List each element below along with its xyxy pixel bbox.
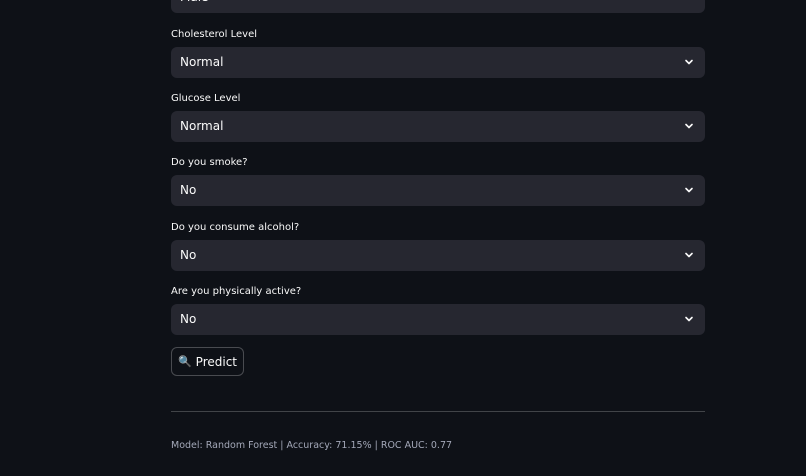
glucose-label: Glucose Level xyxy=(171,93,241,104)
chevron-down-icon xyxy=(684,0,694,2)
smoke-label: Do you smoke? xyxy=(171,157,248,168)
chevron-down-icon xyxy=(684,121,694,131)
gender-select[interactable]: Male xyxy=(171,0,705,13)
alcohol-label: Do you consume alcohol? xyxy=(171,222,300,233)
chevron-down-icon xyxy=(684,250,694,260)
gender-select-value: Male xyxy=(180,0,208,13)
active-select-value: No xyxy=(180,312,197,326)
magnifying-glass-icon: 🔍 xyxy=(177,355,192,368)
cholesterol-select[interactable]: Normal xyxy=(171,47,705,78)
alcohol-select[interactable]: No xyxy=(171,240,705,271)
cholesterol-select-value: Normal xyxy=(180,55,224,69)
divider xyxy=(171,411,705,412)
glucose-select[interactable]: Normal xyxy=(171,111,705,142)
predict-button-label: Predict xyxy=(195,354,238,369)
smoke-select[interactable]: No xyxy=(171,175,705,206)
glucose-select-value: Normal xyxy=(180,119,224,133)
smoke-select-value: No xyxy=(180,183,197,197)
active-label: Are you physically active? xyxy=(171,286,302,297)
chevron-down-icon xyxy=(684,185,694,195)
alcohol-select-value: No xyxy=(180,248,197,262)
chevron-down-icon xyxy=(684,314,694,324)
chevron-down-icon xyxy=(684,57,694,67)
predict-button[interactable]: 🔍 Predict xyxy=(171,347,244,376)
cholesterol-label: Cholesterol Level xyxy=(171,29,258,40)
model-info-caption: Model: Random Forest | Accuracy: 71.15% … xyxy=(171,440,453,451)
active-select[interactable]: No xyxy=(171,304,705,335)
